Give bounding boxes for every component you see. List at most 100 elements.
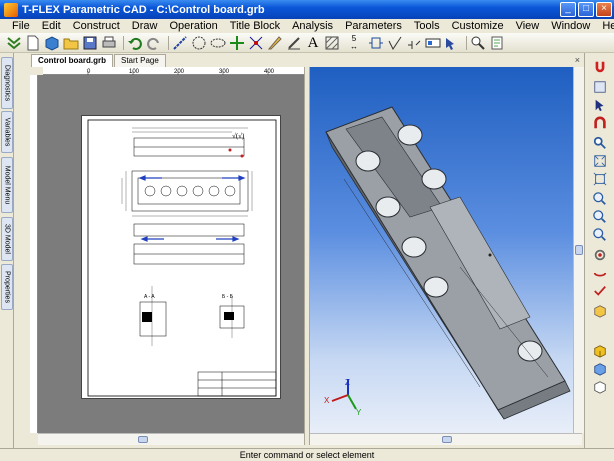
hatch-icon[interactable] xyxy=(324,35,340,51)
redo-icon[interactable] xyxy=(146,35,162,51)
print-icon[interactable] xyxy=(101,35,117,51)
new-document-icon[interactable] xyxy=(25,35,41,51)
orbit-icon[interactable] xyxy=(592,265,608,281)
tab-properties-label: Properties xyxy=(3,271,11,303)
dimension-arrow: ↔ xyxy=(350,41,358,51)
checkmark-icon[interactable] xyxy=(6,35,22,51)
menu-construct[interactable]: Construct xyxy=(67,20,126,32)
tab-3d-model[interactable]: 3D Model xyxy=(1,217,13,261)
zoom-in-icon[interactable] xyxy=(592,191,608,207)
tab-model-menu-label: Model Menu xyxy=(3,165,11,205)
3d-vertical-scrollbar[interactable] xyxy=(573,67,584,433)
close-button[interactable]: × xyxy=(596,2,612,17)
menu-parameters[interactable]: Parameters xyxy=(339,20,408,32)
close-tab-icon[interactable]: × xyxy=(575,55,580,65)
menu-file[interactable]: File xyxy=(6,20,36,32)
ellipse-icon[interactable] xyxy=(210,35,226,51)
tab-variables-label: Variables xyxy=(3,117,11,147)
zoom-window-icon[interactable] xyxy=(470,35,486,51)
roughness-mark: √(√) xyxy=(232,132,245,140)
zoom-out-icon[interactable] xyxy=(592,209,608,225)
scroll-thumb[interactable] xyxy=(442,436,452,443)
section-label: Б - Б xyxy=(222,294,234,300)
title-bar: T-FLEX Parametric CAD - C:\Control board… xyxy=(0,0,614,19)
node-icon[interactable] xyxy=(229,35,245,51)
roughness-icon[interactable] xyxy=(387,35,403,51)
open-folder-icon[interactable] xyxy=(63,35,79,51)
tolerance-icon[interactable] xyxy=(406,35,422,51)
ruler-left xyxy=(30,75,38,433)
drawing-sheet: √(√) A - A Б - Б xyxy=(81,115,281,399)
status-text: Enter command or select element xyxy=(239,450,375,460)
ruler-top: 0 100 200 300 400 xyxy=(43,67,304,75)
menu-operation[interactable]: Operation xyxy=(163,20,223,32)
view-icon[interactable] xyxy=(425,35,441,51)
arrow-icon[interactable] xyxy=(592,97,608,113)
document-params-icon[interactable] xyxy=(489,35,505,51)
view-cube-icon[interactable] xyxy=(592,303,608,319)
menu-customize[interactable]: Customize xyxy=(446,20,510,32)
menu-analysis[interactable]: Analysis xyxy=(286,20,339,32)
section-hatch xyxy=(142,312,152,322)
scroll-thumb[interactable] xyxy=(575,245,583,255)
tab-control-board-label: Control board.grb xyxy=(38,56,106,65)
axis-z-label: Z xyxy=(345,378,350,387)
text-icon[interactable]: A xyxy=(305,35,321,51)
3d-box-icon[interactable] xyxy=(44,35,60,51)
zoom-extents-icon[interactable] xyxy=(592,171,608,187)
tab-start-page-label: Start Page xyxy=(121,56,159,65)
tab-model-menu[interactable]: Model Menu xyxy=(1,157,13,213)
window-title: T-FLEX Parametric CAD - C:\Control board… xyxy=(22,3,265,16)
toolbar-separator xyxy=(123,35,124,50)
pan-icon[interactable] xyxy=(592,227,608,243)
tab-variables[interactable]: Variables xyxy=(1,111,13,153)
magnet-icon[interactable] xyxy=(592,59,608,75)
minimize-button[interactable]: _ xyxy=(560,2,576,17)
wire-icon[interactable] xyxy=(592,361,608,377)
line-icon[interactable] xyxy=(172,35,188,51)
axis-y-label: Y xyxy=(356,408,362,417)
select-check-icon[interactable] xyxy=(592,283,608,299)
zoom-icon[interactable] xyxy=(444,35,460,51)
drawing-horizontal-scrollbar[interactable] xyxy=(38,433,304,445)
fragment-icon[interactable] xyxy=(368,35,384,51)
menu-edit[interactable]: Edit xyxy=(36,20,67,32)
menu-draw[interactable]: Draw xyxy=(126,20,164,32)
circle-icon[interactable] xyxy=(191,35,207,51)
scroll-thumb[interactable] xyxy=(138,436,148,443)
dimension-icon[interactable]: 5 ↔ xyxy=(343,34,365,51)
sketch-icon[interactable] xyxy=(267,35,283,51)
edit-pen-icon[interactable] xyxy=(286,35,302,51)
toolbar-separator xyxy=(168,35,169,50)
tab-control-board[interactable]: Control board.grb xyxy=(31,54,113,67)
horseshoe-icon[interactable] xyxy=(592,115,608,131)
menu-window[interactable]: Window xyxy=(545,20,596,32)
zoom-fit-icon[interactable] xyxy=(592,153,608,169)
axis-triad: Z X Y xyxy=(324,378,362,417)
zoom-window-icon[interactable] xyxy=(592,135,608,151)
rotate-icon[interactable] xyxy=(592,247,608,263)
menu-title-block[interactable]: Title Block xyxy=(224,20,286,32)
app-icon xyxy=(4,2,18,17)
undo-icon[interactable] xyxy=(127,35,143,51)
menu-view[interactable]: View xyxy=(510,20,546,32)
axis-icon[interactable] xyxy=(248,35,264,51)
menu-help[interactable]: Help xyxy=(596,20,614,32)
tools-icon[interactable] xyxy=(592,79,608,95)
3d-viewport[interactable]: Z X Y xyxy=(310,67,573,433)
menu-tools[interactable]: Tools xyxy=(408,20,446,32)
ruler-corner xyxy=(30,67,43,75)
tab-diagnostics[interactable]: Diagnostics xyxy=(1,57,13,109)
section-label: A - A xyxy=(144,294,155,300)
tab-diagnostics-label: Diagnostics xyxy=(3,64,11,102)
ruler-top-ticks: 0 100 200 300 400 xyxy=(87,69,275,75)
main-toolbar: A 5 ↔ xyxy=(0,33,614,53)
save-icon[interactable] xyxy=(82,35,98,51)
cube-icon[interactable] xyxy=(592,379,608,395)
maximize-button[interactable]: □ xyxy=(578,2,594,17)
shaded-icon[interactable] xyxy=(592,343,608,359)
3d-horizontal-scrollbar[interactable] xyxy=(310,433,582,445)
drawing-viewport[interactable]: √(√) A - A Б - Б xyxy=(38,75,304,433)
tab-start-page[interactable]: Start Page xyxy=(114,54,166,67)
tab-properties[interactable]: Properties xyxy=(1,264,13,310)
